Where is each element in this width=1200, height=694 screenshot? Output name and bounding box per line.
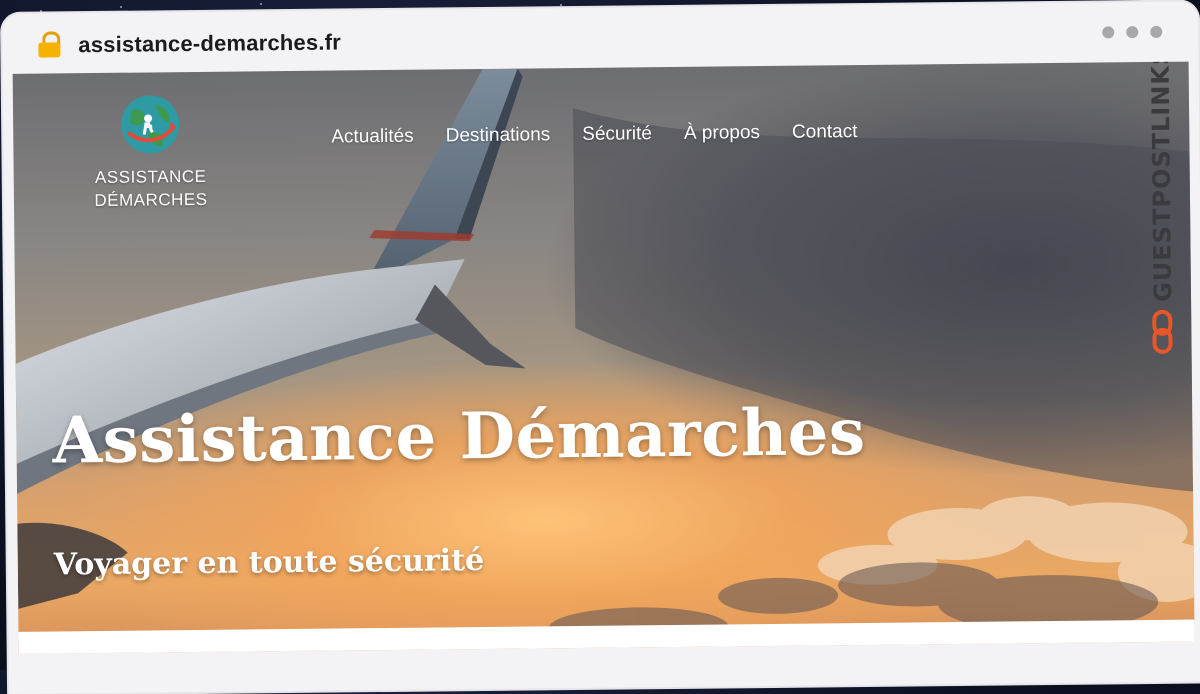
logo-line1: ASSISTANCE [94,166,207,188]
watermark-text: GUESTPOSTLINKS [1146,61,1178,303]
url-text[interactable]: assistance-demarches.fr [78,29,341,58]
site-logo[interactable]: ASSISTANCE DÉMARCHES [85,92,216,212]
hero-subtitle: Voyager en toute sécurité [53,542,485,583]
window-dot[interactable] [1102,26,1115,39]
page-viewport: ASSISTANCE DÉMARCHES Actualités Destinat… [12,61,1195,654]
window-dot[interactable] [1150,25,1163,38]
address-bar[interactable]: assistance-demarches.fr [12,10,1188,70]
watermark: GUESTPOSTLINKS [1143,62,1182,362]
globe-traveler-icon [121,95,180,154]
browser-window: assistance-demarches.fr ASSISTANCE DÉMAR… [2,1,1200,694]
nav-item-contact[interactable]: Contact [792,121,858,144]
nav-item-a-propos[interactable]: À propos [684,122,760,145]
window-controls[interactable] [1102,25,1163,39]
nav-item-destinations[interactable]: Destinations [446,124,551,147]
hero-title: Assistance Démarches [52,394,866,479]
window-dot[interactable] [1126,26,1139,39]
lock-icon [36,31,64,59]
nav-item-securite[interactable]: Sécurité [582,123,652,146]
nav-item-actualites[interactable]: Actualités [331,126,414,149]
logo-line2: DÉMARCHES [94,189,208,211]
chain-link-icon [1152,309,1173,354]
